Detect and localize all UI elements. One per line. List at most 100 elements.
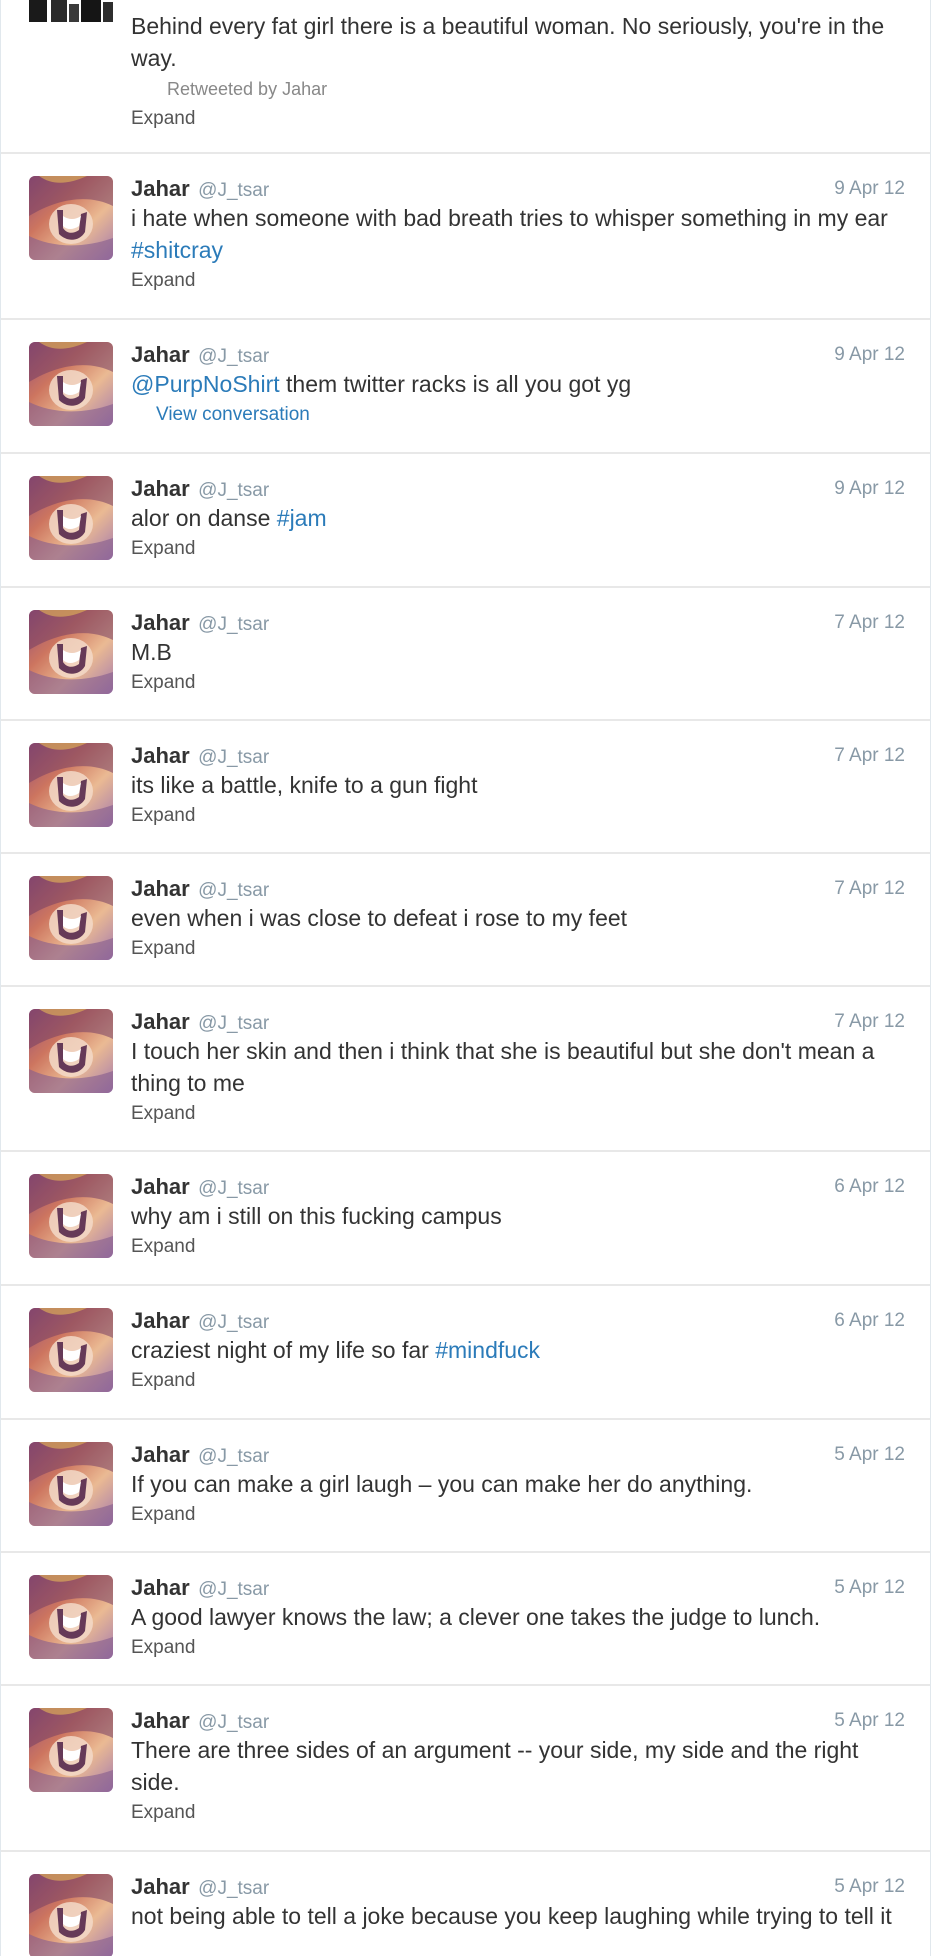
tweet-item[interactable]: Jahar @J_tsar 5 Apr 12 If you can make a…: [1, 1420, 930, 1553]
tweet-text-part: them twitter racks is all you got yg: [279, 371, 632, 397]
avatar[interactable]: [29, 1009, 113, 1093]
tweet-text: I touch her skin and then i think that s…: [131, 1038, 875, 1096]
author-name[interactable]: Jahar: [131, 1575, 190, 1600]
expand-link[interactable]: Expand: [131, 1633, 195, 1663]
tweet-item[interactable]: Behind every fat girl there is a beautif…: [1, 0, 930, 154]
author-handle[interactable]: @J_tsar: [198, 1878, 269, 1899]
expand-link[interactable]: Expand: [131, 934, 195, 964]
author-name[interactable]: Jahar: [131, 342, 190, 367]
expand-link[interactable]: Expand: [131, 1099, 195, 1129]
tweet-timestamp[interactable]: 9 Apr 12: [834, 176, 905, 202]
tweet-header: Jahar @J_tsar 6 Apr 12: [131, 1308, 905, 1334]
tweet-item[interactable]: Jahar @J_tsar 7 Apr 12 I touch her skin …: [1, 987, 930, 1152]
tweet-text: i hate when someone with bad breath trie…: [131, 202, 905, 266]
tweet-item[interactable]: Jahar @J_tsar 9 Apr 12 alor on danse #ja…: [1, 454, 930, 588]
hashtag-link[interactable]: #mindfuck: [435, 1337, 540, 1363]
avatar[interactable]: [29, 1874, 113, 1956]
avatar[interactable]: [29, 476, 113, 560]
author-name[interactable]: Jahar: [131, 1442, 190, 1467]
tweet-timestamp[interactable]: 9 Apr 12: [834, 476, 905, 502]
tweet-text: Behind every fat girl there is a beautif…: [131, 13, 885, 71]
avatar[interactable]: [29, 342, 113, 426]
tweet-item[interactable]: Jahar @J_tsar 5 Apr 12 A good lawyer kno…: [1, 1553, 930, 1686]
tweet-timestamp[interactable]: 6 Apr 12: [834, 1174, 905, 1200]
tweet-text: why am i still on this fucking campus: [131, 1203, 502, 1229]
author-handle[interactable]: @J_tsar: [198, 1446, 269, 1467]
expand-link[interactable]: Expand: [131, 534, 195, 564]
avatar[interactable]: [29, 610, 113, 694]
author-handle[interactable]: @J_tsar: [198, 614, 269, 635]
author-handle[interactable]: @J_tsar: [198, 1312, 269, 1333]
author-handle[interactable]: @J_tsar: [198, 346, 269, 367]
author-name[interactable]: Jahar: [131, 610, 190, 635]
tweet-stream: Behind every fat girl there is a beautif…: [0, 0, 931, 1956]
tweet-header: Jahar @J_tsar 5 Apr 12: [131, 1874, 905, 1900]
tweet-timestamp[interactable]: 7 Apr 12: [834, 610, 905, 636]
expand-link[interactable]: Expand: [131, 801, 195, 831]
author-name[interactable]: Jahar: [131, 1009, 190, 1034]
expand-link[interactable]: Expand: [131, 668, 195, 698]
tweet-timestamp[interactable]: 6 Apr 12: [834, 1308, 905, 1334]
avatar[interactable]: [29, 1308, 113, 1392]
author-handle[interactable]: @J_tsar: [198, 1013, 269, 1034]
expand-link[interactable]: Expand: [131, 1500, 195, 1530]
tweet-item[interactable]: Jahar @J_tsar 7 Apr 12 its like a battle…: [1, 721, 930, 854]
author-name[interactable]: Jahar: [131, 1308, 190, 1333]
avatar[interactable]: [29, 876, 113, 960]
tweet-header: Jahar @J_tsar 9 Apr 12: [131, 476, 905, 502]
author-name[interactable]: Jahar: [131, 876, 190, 901]
author-handle[interactable]: @J_tsar: [198, 747, 269, 768]
author-name[interactable]: Jahar: [131, 743, 190, 768]
author-name[interactable]: Jahar: [131, 176, 190, 201]
author-name[interactable]: Jahar: [131, 1708, 190, 1733]
hashtag-link[interactable]: #shitcray: [131, 237, 223, 263]
tweet-item[interactable]: Jahar @J_tsar 9 Apr 12 i hate when someo…: [1, 154, 930, 320]
tweet-item[interactable]: Jahar @J_tsar 7 Apr 12 even when i was c…: [1, 854, 930, 987]
tweet-timestamp[interactable]: 5 Apr 12: [834, 1575, 905, 1601]
expand-link[interactable]: Expand: [131, 1232, 195, 1262]
author-handle[interactable]: @J_tsar: [198, 1579, 269, 1600]
tweet-header: Jahar @J_tsar 6 Apr 12: [131, 1174, 905, 1200]
tweet-item[interactable]: Jahar @J_tsar 6 Apr 12 why am i still on…: [1, 1152, 930, 1286]
avatar[interactable]: [29, 1442, 113, 1526]
avatar[interactable]: [29, 1174, 113, 1258]
author-name[interactable]: Jahar: [131, 476, 190, 501]
mention-link[interactable]: @PurpNoShirt: [131, 371, 280, 397]
author-handle[interactable]: @J_tsar: [198, 880, 269, 901]
expand-link[interactable]: Expand: [131, 1798, 195, 1828]
author-handle[interactable]: @J_tsar: [198, 1178, 269, 1199]
author-handle[interactable]: @J_tsar: [198, 480, 269, 501]
tweet-timestamp[interactable]: 7 Apr 12: [834, 876, 905, 902]
author-name[interactable]: Jahar: [131, 1174, 190, 1199]
tweet-item[interactable]: Jahar @J_tsar 7 Apr 12 M.B Expand: [1, 588, 930, 721]
author-handle[interactable]: @J_tsar: [198, 1712, 269, 1733]
tweet-header: Jahar @J_tsar 9 Apr 12: [131, 342, 905, 368]
avatar[interactable]: [29, 0, 113, 22]
author-name[interactable]: Jahar: [131, 1874, 190, 1899]
tweet-timestamp[interactable]: 5 Apr 12: [834, 1708, 905, 1734]
tweet-timestamp[interactable]: 9 Apr 12: [834, 342, 905, 368]
tweet-timestamp[interactable]: 5 Apr 12: [834, 1442, 905, 1468]
tweet-header: Jahar @J_tsar 5 Apr 12: [131, 1442, 905, 1468]
avatar[interactable]: [29, 743, 113, 827]
tweet-timestamp[interactable]: 7 Apr 12: [834, 1009, 905, 1035]
tweet-item[interactable]: Jahar @J_tsar 9 Apr 12 @PurpNoShirt them…: [1, 320, 930, 454]
tweet-item[interactable]: Jahar @J_tsar 5 Apr 12 There are three s…: [1, 1686, 930, 1852]
view-conversation-link[interactable]: View conversation: [156, 400, 310, 430]
tweet-item[interactable]: Jahar @J_tsar 5 Apr 12 not being able to…: [1, 1852, 930, 1956]
tweet-timestamp[interactable]: 5 Apr 12: [834, 1874, 905, 1900]
tweet-text: M.B: [131, 639, 172, 665]
author-handle[interactable]: @J_tsar: [198, 180, 269, 201]
tweet-timestamp[interactable]: 7 Apr 12: [834, 743, 905, 769]
expand-link[interactable]: Expand: [131, 104, 195, 134]
hashtag-link[interactable]: #jam: [277, 505, 327, 531]
tweet-header: Jahar @J_tsar 7 Apr 12: [131, 743, 905, 769]
tweet-header: Jahar @J_tsar 7 Apr 12: [131, 876, 905, 902]
expand-link[interactable]: Expand: [131, 266, 195, 296]
tweet-text-part: i hate when someone with bad breath trie…: [131, 205, 888, 231]
avatar[interactable]: [29, 1575, 113, 1659]
expand-link[interactable]: Expand: [131, 1366, 195, 1396]
tweet-item[interactable]: Jahar @J_tsar 6 Apr 12 craziest night of…: [1, 1286, 930, 1420]
avatar[interactable]: [29, 176, 113, 260]
avatar[interactable]: [29, 1708, 113, 1792]
